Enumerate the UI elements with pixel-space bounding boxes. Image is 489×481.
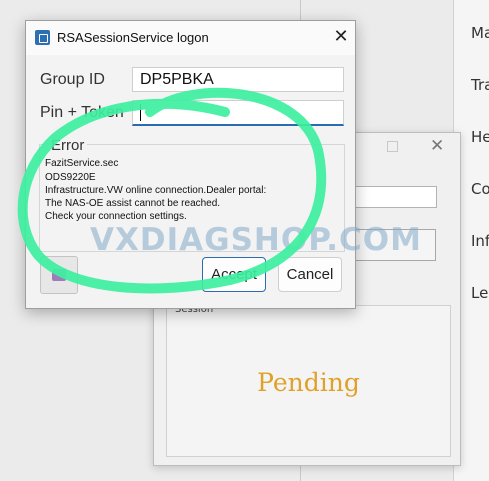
error-line: The NAS-OE assist cannot be reached. [45, 198, 221, 209]
text-caret [140, 104, 141, 122]
dialog-title: RSASessionService logon [57, 30, 209, 45]
session-group: Session Pending [166, 304, 451, 457]
background-label-ma[interactable]: Ma [471, 24, 489, 42]
error-line: ODS9220E [45, 172, 96, 183]
settings-icon [52, 269, 66, 281]
watermark-text: VXDIAGSHOP.COM [90, 222, 422, 258]
settings-icon-button[interactable] [40, 256, 78, 294]
error-heading: Error [48, 137, 88, 154]
session-close-icon[interactable]: ✕ [430, 136, 444, 156]
background-label-co[interactable]: Co [471, 180, 489, 198]
group-id-label: Group ID [40, 71, 105, 88]
logon-dialog: RSASessionService logon ✕ Group ID DP5PB… [25, 20, 356, 309]
app-icon [35, 30, 50, 45]
pin-token-field[interactable] [132, 100, 344, 126]
close-icon[interactable]: ✕ [331, 26, 351, 48]
error-line: Infrastructure.VW online connection.Deal… [45, 185, 267, 196]
session-status: Pending [257, 368, 360, 397]
title-bar: RSASessionService logon ✕ [26, 21, 355, 55]
maximize-icon[interactable] [387, 141, 398, 152]
pin-token-label: Pin + Token [40, 104, 124, 121]
error-line: FazitService.sec [45, 158, 119, 169]
background-label-tra[interactable]: Tra [471, 76, 489, 94]
cancel-button[interactable]: Cancel [278, 257, 342, 292]
background-label-he[interactable]: He [471, 128, 489, 146]
background-label-le[interactable]: Le [471, 284, 488, 302]
group-id-field[interactable]: DP5PBKA [132, 67, 344, 92]
error-line: Check your connection settings. [45, 211, 187, 222]
accept-button[interactable]: Accept [202, 257, 266, 292]
background-label-inf[interactable]: Inf [471, 232, 489, 250]
